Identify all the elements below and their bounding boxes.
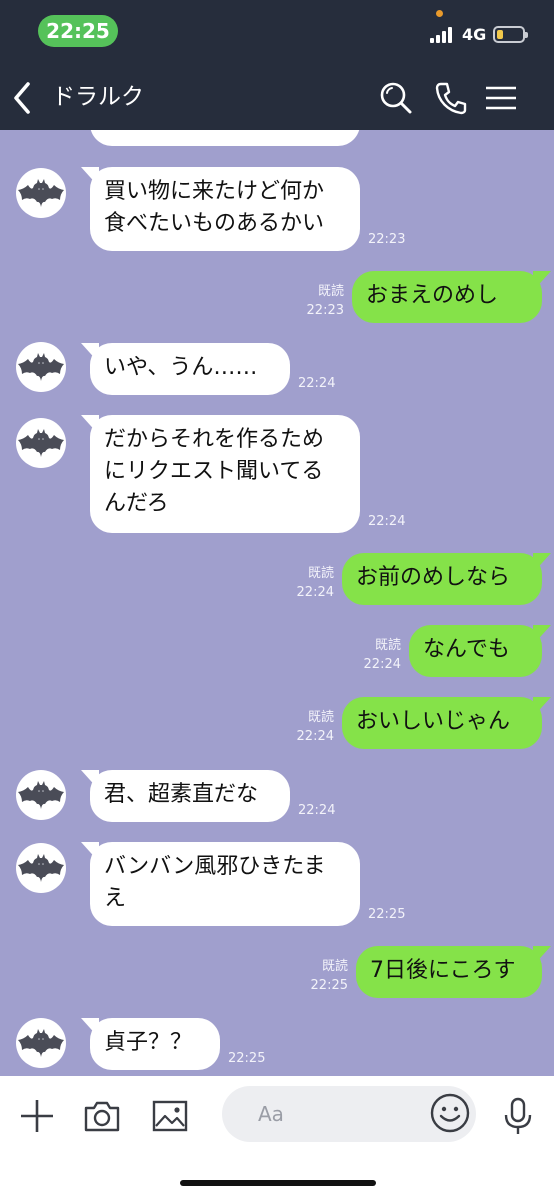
status-time: 22:25 bbox=[38, 15, 118, 47]
back-icon bbox=[14, 82, 30, 114]
sent-message-bubble[interactable]: おいしいじゃん bbox=[342, 697, 551, 749]
received-message-bubble[interactable]: 貞子？？ bbox=[81, 1018, 220, 1070]
menu-button[interactable] bbox=[484, 80, 518, 116]
received-message-bubble[interactable]: いや、うん…… bbox=[81, 343, 290, 395]
privacy-indicator-dot bbox=[436, 10, 443, 17]
sent-message-bubble[interactable]: お前のめしなら bbox=[342, 553, 551, 605]
message-timestamp: 22:24 bbox=[368, 514, 406, 529]
message-timestamp: 22:24 bbox=[296, 585, 334, 600]
received-message-bubble[interactable]: バンバン風邪ひきたまえ bbox=[81, 842, 360, 926]
search-icon bbox=[380, 82, 412, 114]
message-text-line: バンバン風邪ひきたま bbox=[104, 854, 326, 879]
chat-title: ドラルク bbox=[52, 84, 144, 110]
received-message-bubble[interactable]: 君、超素直だな bbox=[81, 770, 290, 822]
sent-message-bubble[interactable]: おまえのめし bbox=[352, 271, 551, 323]
message-text-line: いや、うん…… bbox=[104, 355, 258, 380]
voice-button[interactable] bbox=[499, 1096, 537, 1136]
battery-level bbox=[497, 30, 503, 39]
emoji-button[interactable] bbox=[429, 1092, 471, 1134]
message-text-line: え bbox=[104, 886, 127, 911]
message-timestamp: 22:24 bbox=[296, 729, 334, 744]
message-timestamp: 22:24 bbox=[298, 803, 336, 818]
received-message-bubble[interactable]: だからそれを作るため にリクエスト聞いてる んだろ bbox=[81, 415, 360, 533]
bat-icon bbox=[18, 1029, 64, 1057]
image-icon bbox=[152, 1100, 188, 1132]
message-text-line: んだろ bbox=[104, 491, 169, 516]
read-receipt: 既読 bbox=[307, 566, 334, 581]
network-type: 4G bbox=[462, 25, 487, 44]
contact-avatar[interactable] bbox=[16, 843, 66, 893]
camera-icon bbox=[84, 1101, 120, 1132]
call-button[interactable] bbox=[433, 80, 469, 116]
message-text-line: 7日後にころす bbox=[370, 958, 516, 983]
read-receipt: 既読 bbox=[317, 284, 344, 299]
message-text-line: にリクエスト聞いてる bbox=[104, 459, 324, 484]
contact-avatar[interactable] bbox=[16, 418, 66, 468]
message-timestamp: 22:25 bbox=[310, 978, 348, 993]
back-button[interactable] bbox=[8, 78, 40, 118]
battery-icon bbox=[493, 26, 528, 43]
message-timestamp: 22:25 bbox=[228, 1051, 266, 1066]
bat-icon bbox=[18, 353, 64, 381]
message-timestamp: 22:25 bbox=[368, 907, 406, 922]
message-text-line: 君、超素直だな bbox=[104, 782, 259, 807]
plus-icon bbox=[21, 1100, 53, 1132]
previous-message-bubble[interactable] bbox=[90, 130, 360, 146]
message-text-line: なんでも bbox=[423, 637, 510, 662]
chat-area[interactable]: 買い物に来たけど何か 食べたいものあるかい 22:23 おまえのめし 既読 22:23 いや… bbox=[0, 130, 554, 1076]
message-text-line: 買い物に来たけど何か bbox=[104, 179, 325, 204]
message-timestamp: 22:23 bbox=[306, 303, 344, 318]
bat-icon bbox=[18, 179, 64, 207]
top-bar: 22:25 4G ドラルク bbox=[0, 0, 554, 130]
sent-message-bubble[interactable]: 7日後にころす bbox=[356, 946, 551, 998]
camera-button[interactable] bbox=[82, 1096, 122, 1136]
bat-icon bbox=[18, 429, 64, 457]
received-message-bubble[interactable]: 買い物に来たけど何か 食べたいものあるかい bbox=[81, 167, 360, 251]
read-receipt: 既読 bbox=[321, 959, 348, 974]
read-receipt: 既読 bbox=[374, 638, 401, 653]
phone-icon bbox=[435, 82, 467, 115]
home-indicator[interactable] bbox=[180, 1180, 376, 1186]
message-text-line: お前のめしなら bbox=[356, 565, 511, 590]
bat-icon bbox=[18, 854, 64, 882]
emoji-icon bbox=[430, 1093, 470, 1133]
contact-avatar[interactable] bbox=[16, 1018, 66, 1068]
message-text-line: おいしいじゃん bbox=[356, 709, 511, 734]
sent-message-bubble[interactable]: なんでも bbox=[409, 625, 551, 677]
message-text-line: 貞子？？ bbox=[104, 1030, 193, 1055]
menu-icon bbox=[486, 86, 516, 110]
search-button[interactable] bbox=[378, 80, 414, 116]
message-timestamp: 22:23 bbox=[368, 232, 406, 247]
message-text-line: おまえのめし bbox=[366, 283, 499, 308]
bat-icon bbox=[18, 781, 64, 809]
message-timestamp: 22:24 bbox=[298, 376, 336, 391]
signal-strength-icon bbox=[430, 27, 454, 43]
message-timestamp: 22:24 bbox=[363, 657, 401, 672]
microphone-icon bbox=[504, 1097, 532, 1134]
message-text-line: 食べたいものあるかい bbox=[104, 211, 325, 236]
message-text-line: だからそれを作るため bbox=[104, 427, 325, 452]
contact-avatar[interactable] bbox=[16, 168, 66, 218]
read-receipt: 既読 bbox=[307, 710, 334, 725]
add-button[interactable] bbox=[17, 1096, 57, 1136]
image-button[interactable] bbox=[150, 1096, 190, 1136]
contact-avatar[interactable] bbox=[16, 342, 66, 392]
contact-avatar[interactable] bbox=[16, 770, 66, 820]
